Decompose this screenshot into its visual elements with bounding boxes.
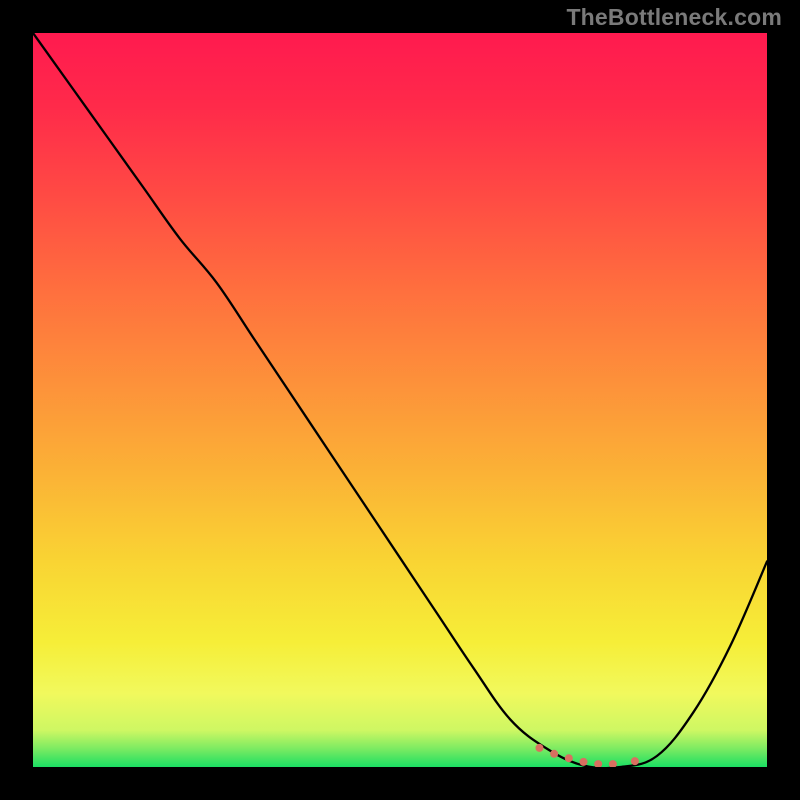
- watermark-text: TheBottleneck.com: [566, 4, 782, 31]
- bottleneck-chart: [33, 33, 767, 767]
